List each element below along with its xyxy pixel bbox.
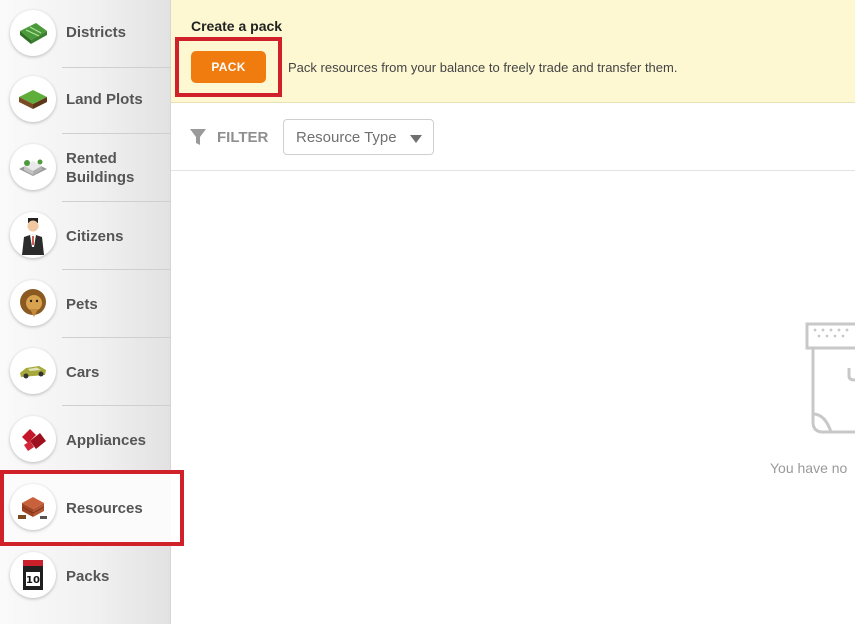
sidebar-item-label: Citizens — [66, 228, 124, 245]
pack-icon: 10 — [10, 552, 56, 598]
appliance-icon — [10, 416, 56, 462]
sidebar-item-label: Land Plots — [66, 91, 143, 108]
district-map-icon — [10, 10, 56, 56]
create-pack-title: Create a pack — [191, 18, 283, 34]
lion-icon — [10, 280, 56, 326]
pack-description: Pack resources from your balance to free… — [288, 60, 678, 75]
filter-icon — [190, 129, 206, 145]
sidebar-item-citizens[interactable]: Citizens — [0, 202, 171, 270]
pack-button[interactable]: PACK — [191, 51, 266, 83]
chevron-down-icon — [410, 135, 422, 143]
sidebar-item-appliances[interactable]: Appliances — [0, 406, 171, 474]
sidebar-item-rented-buildings[interactable]: Rented Buildings — [0, 134, 171, 202]
sidebar-item-pets[interactable]: Pets — [0, 270, 171, 338]
sidebar-item-label: Pets — [66, 296, 98, 313]
sidebar-item-label: Cars — [66, 364, 100, 381]
sidebar-item-packs[interactable]: 10 Packs — [0, 542, 171, 610]
resource-type-value: Resource Type — [296, 129, 397, 146]
sidebar-item-resources[interactable]: Resources — [0, 474, 171, 542]
filter-label: FILTER — [217, 129, 269, 146]
sidebar: Districts Land Plots Rented Buildings Ci… — [0, 0, 171, 624]
citizen-icon — [10, 212, 56, 258]
sidebar-item-districts[interactable]: Districts — [0, 0, 171, 68]
sidebar-item-label: Resources — [66, 500, 143, 517]
sidebar-item-label: Packs — [66, 568, 110, 585]
sidebar-item-land-plots[interactable]: Land Plots — [0, 66, 171, 134]
land-plot-icon — [10, 76, 56, 122]
create-pack-banner: Create a pack PACK Pack resources from y… — [171, 0, 855, 103]
empty-pack-icon — [805, 322, 855, 434]
car-icon — [10, 348, 56, 394]
resource-type-dropdown[interactable]: Resource Type — [283, 119, 434, 155]
sidebar-item-label: Rented Buildings — [66, 150, 135, 186]
empty-state-text: You have no — [770, 460, 848, 476]
building-icon — [10, 144, 56, 190]
sidebar-item-cars[interactable]: Cars — [0, 338, 171, 406]
sidebar-item-label: Districts — [66, 24, 127, 41]
filter-bar: FILTER Resource Type — [171, 103, 855, 171]
svg-text:10: 10 — [26, 575, 40, 586]
sidebar-item-label: Appliances — [66, 432, 147, 449]
bricks-icon — [10, 484, 56, 530]
